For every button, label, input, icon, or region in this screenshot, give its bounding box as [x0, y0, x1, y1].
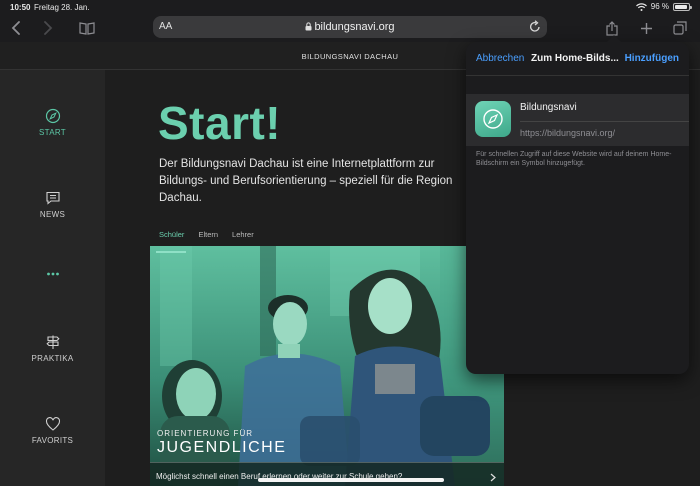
intro-text: Der Bildungsnavi Dachau ist eine Interne…: [159, 158, 453, 204]
audience-tabs: Schüler Eltern Lehrer: [159, 230, 254, 239]
chevron-left-icon: [11, 21, 20, 35]
nav-item-news[interactable]: NEWS: [0, 190, 105, 219]
lock-icon: [305, 22, 312, 31]
new-tab-button[interactable]: [636, 18, 656, 38]
chat-icon: [45, 191, 60, 205]
back-button[interactable]: [6, 18, 26, 38]
tabs-icon: [673, 21, 687, 35]
status-date: Freitag 28. Jan.: [34, 3, 90, 12]
book-icon: [79, 21, 95, 35]
app-name-field[interactable]: Bildungsnavi: [520, 102, 577, 113]
nav-item-label: NEWS: [39, 210, 66, 219]
teaser-card[interactable]: ORIENTIERUNG FÜR JUGENDLICHE Möglichst s…: [150, 246, 504, 486]
nav-item-label: START: [39, 128, 66, 137]
heart-icon: [45, 417, 60, 431]
nav-item-more[interactable]: [0, 266, 105, 286]
cancel-button[interactable]: Abbrechen: [476, 53, 524, 64]
share-icon: [606, 20, 618, 36]
tab-eltern[interactable]: Eltern: [198, 230, 218, 239]
nav-item-label: PRAKTIKA: [31, 354, 74, 363]
nav-item-praktika[interactable]: PRAKTIKA: [0, 334, 105, 363]
battery-icon: [673, 2, 692, 11]
signpost-icon: [45, 335, 60, 349]
home-indicator[interactable]: [258, 478, 444, 482]
popover-note: Für schnellen Zugriff auf diese Website …: [476, 151, 672, 167]
add-to-home-popover: Abbrechen Zum Home-Bilds... Hinzufügen B…: [466, 35, 689, 374]
chevron-right-icon: [44, 21, 53, 35]
compass-icon: [45, 108, 60, 124]
card-description-bar[interactable]: Möglichst schnell einen Beruf erlernen o…: [150, 462, 504, 486]
address-bar[interactable]: AA bildungsnavi.org: [153, 16, 547, 38]
page-title: Start!: [158, 97, 282, 149]
bookmark-details: Bildungsnavi https://bildungsnavi.org/: [466, 94, 689, 146]
tabs-overview-button[interactable]: [670, 18, 690, 38]
bookmarks-button[interactable]: [77, 18, 97, 38]
card-caption-small: ORIENTIERUNG FÜR: [157, 429, 253, 438]
tab-lehrer[interactable]: Lehrer: [232, 230, 254, 239]
nav-item-favorits[interactable]: FAVORITS: [0, 416, 105, 445]
battery-percent: 96 %: [650, 2, 669, 11]
card-caption-big: JUGENDLICHE: [157, 439, 287, 456]
app-url: https://bildungsnavi.org/: [520, 128, 616, 138]
chevron-right-icon: [490, 473, 496, 482]
url-text: bildungsnavi.org: [314, 21, 395, 33]
tab-schueler[interactable]: Schüler: [159, 230, 184, 239]
popover-header: Abbrechen Zum Home-Bilds... Hinzufügen: [466, 42, 689, 76]
status-bar: 10:50 Freitag 28. Jan. 96 %: [0, 0, 700, 14]
forward-button[interactable]: [38, 18, 58, 38]
left-navigation: START NEWS PRAKTIKA FAVORITS: [0, 70, 105, 486]
reload-icon[interactable]: [529, 20, 541, 33]
status-right: 96 %: [635, 2, 692, 11]
popover-title: Zum Home-Bilds...: [531, 53, 619, 64]
compass-icon: [483, 109, 503, 129]
more-dots-icon: [46, 272, 59, 276]
add-button[interactable]: Hinzufügen: [625, 53, 679, 64]
card-accent-line: [156, 251, 186, 253]
nav-item-start[interactable]: START: [0, 108, 105, 137]
wifi-icon: [635, 2, 647, 11]
field-separator: [520, 121, 689, 122]
nav-item-label: FAVORITS: [31, 436, 74, 445]
plus-icon: [640, 22, 652, 34]
status-time: 10:50: [10, 3, 31, 12]
app-icon: [475, 101, 511, 137]
url-display[interactable]: bildungsnavi.org: [153, 21, 547, 33]
